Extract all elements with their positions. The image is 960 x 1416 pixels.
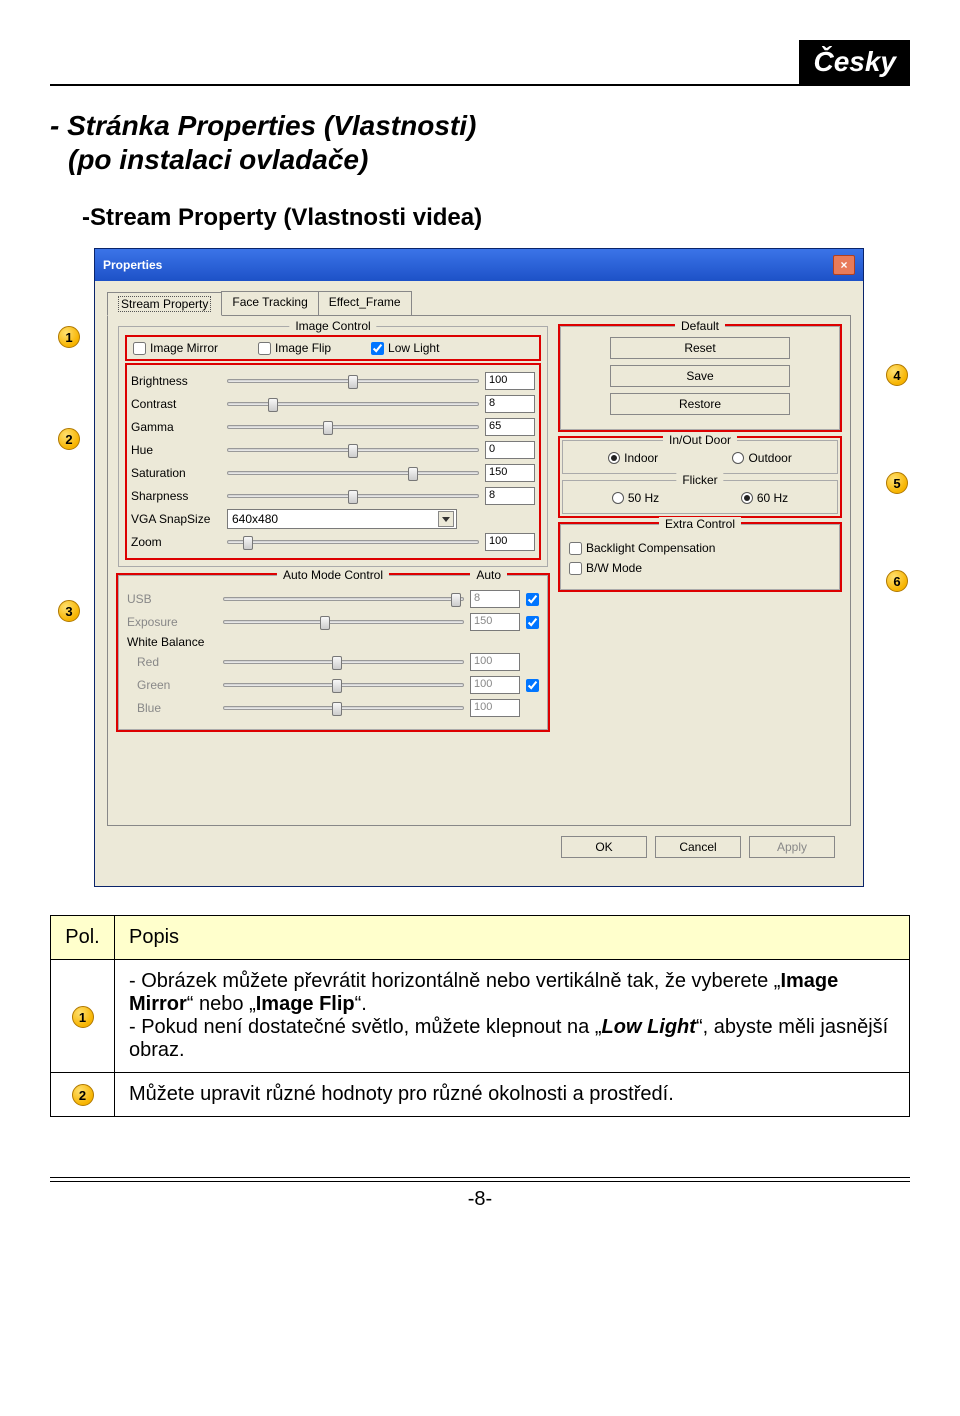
page-heading-1: - Stránka Properties (Vlastnosti) [50, 110, 910, 142]
th-popis: Popis [115, 916, 910, 960]
default-group: Default Reset Save Restore [560, 326, 840, 430]
auto-column-label: Auto [470, 568, 507, 582]
combo-snapsize[interactable]: VGA SnapSize640x480 [131, 509, 535, 529]
th-pol: Pol. [51, 916, 115, 960]
auto-wb-checkbox[interactable] [526, 679, 539, 692]
window-title: Properties [103, 258, 162, 272]
checkbox-image-flip[interactable]: Image Flip [258, 341, 331, 355]
titlebar: Properties × [95, 249, 863, 281]
radio-indoor[interactable]: Indoor [608, 451, 658, 465]
checkbox-image-mirror[interactable]: Image Mirror [133, 341, 218, 355]
slider-brightness[interactable]: Brightness100 [131, 371, 535, 391]
slider-exposure: Exposure150 [127, 612, 539, 632]
auto-usb-checkbox[interactable] [526, 593, 539, 606]
slider-sharpness[interactable]: Sharpness8 [131, 486, 535, 506]
tab-strip: Stream Property Face Tracking Effect_Fra… [107, 291, 851, 316]
image-control-legend: Image Control [289, 319, 376, 333]
slider-gamma[interactable]: Gamma65 [131, 417, 535, 437]
white-balance-label: White Balance [127, 635, 539, 649]
page-heading-2: -Stream Property (Vlastnosti videa) [82, 204, 910, 232]
row1-text: - Obrázek můžete převrátit horizontálně … [115, 960, 910, 1073]
flicker-legend: Flicker [676, 473, 723, 487]
slider-zoom[interactable]: Zoom100 [131, 532, 535, 552]
radio-50hz[interactable]: 50 Hz [612, 491, 659, 505]
row2-text: Můžete upravit různé hodnoty pro různé o… [115, 1073, 910, 1117]
checkbox-low-light[interactable]: Low Light [371, 341, 439, 355]
slider-contrast[interactable]: Contrast8 [131, 394, 535, 414]
row2-marker: 2 [51, 1073, 115, 1117]
slider-usb: USB8 [127, 589, 539, 609]
page-heading-1b: (po instalaci ovladače) [68, 144, 910, 176]
page-number: -8- [50, 1188, 910, 1211]
auto-exposure-checkbox[interactable] [526, 616, 539, 629]
callout-1: 1 [58, 326, 80, 348]
footer-divider-2 [50, 1181, 910, 1182]
row1-marker: 1 [51, 960, 115, 1073]
callout-6: 6 [886, 570, 908, 592]
save-button[interactable]: Save [610, 365, 790, 387]
ok-button[interactable]: OK [561, 836, 647, 858]
footer-divider-1 [50, 1177, 910, 1178]
checkbox-backlight[interactable]: Backlight Compensation [569, 541, 831, 555]
callout-5: 5 [886, 472, 908, 494]
restore-button[interactable]: Restore [610, 393, 790, 415]
radio-60hz[interactable]: 60 Hz [741, 491, 788, 505]
reset-button[interactable]: Reset [610, 337, 790, 359]
extra-control-group: Extra Control Backlight Compensation B/W… [560, 524, 840, 590]
inout-group: In/Out Door Indoor Outdoor [562, 440, 838, 474]
apply-button[interactable]: Apply [749, 836, 835, 858]
dialog-screenshot: 1 2 3 4 5 6 Properties × Stream Property… [50, 248, 910, 887]
radio-outdoor[interactable]: Outdoor [732, 451, 791, 465]
tab-stream-property[interactable]: Stream Property [107, 292, 222, 316]
callout-2: 2 [58, 428, 80, 450]
properties-dialog: Properties × Stream Property Face Tracki… [94, 248, 864, 887]
flicker-group: Flicker 50 Hz 60 Hz [562, 480, 838, 514]
cancel-button[interactable]: Cancel [655, 836, 741, 858]
default-legend: Default [675, 319, 725, 333]
slider-red: Red100 [127, 652, 539, 672]
auto-mode-group: Auto Mode Control Auto USB8 Exposure150 … [118, 575, 548, 730]
image-control-group: Image Control Image Mirror Image Flip Lo… [118, 326, 548, 567]
slider-hue[interactable]: Hue0 [131, 440, 535, 460]
extra-legend: Extra Control [659, 517, 741, 531]
tab-effect-frame[interactable]: Effect_Frame [318, 291, 412, 315]
slider-green: Green100 [127, 675, 539, 695]
callout-4: 4 [886, 364, 908, 386]
auto-mode-legend: Auto Mode Control [277, 568, 389, 582]
language-badge: Česky [799, 40, 910, 84]
divider [50, 84, 910, 86]
close-button[interactable]: × [833, 255, 855, 275]
description-table: Pol. Popis 1 - Obrázek můžete převrátit … [50, 915, 910, 1117]
slider-saturation[interactable]: Saturation150 [131, 463, 535, 483]
slider-blue: Blue100 [127, 698, 539, 718]
tab-face-tracking[interactable]: Face Tracking [221, 291, 318, 315]
inout-legend: In/Out Door [663, 433, 737, 447]
dropdown-icon [438, 511, 454, 527]
checkbox-bw-mode[interactable]: B/W Mode [569, 561, 831, 575]
callout-3: 3 [58, 600, 80, 622]
